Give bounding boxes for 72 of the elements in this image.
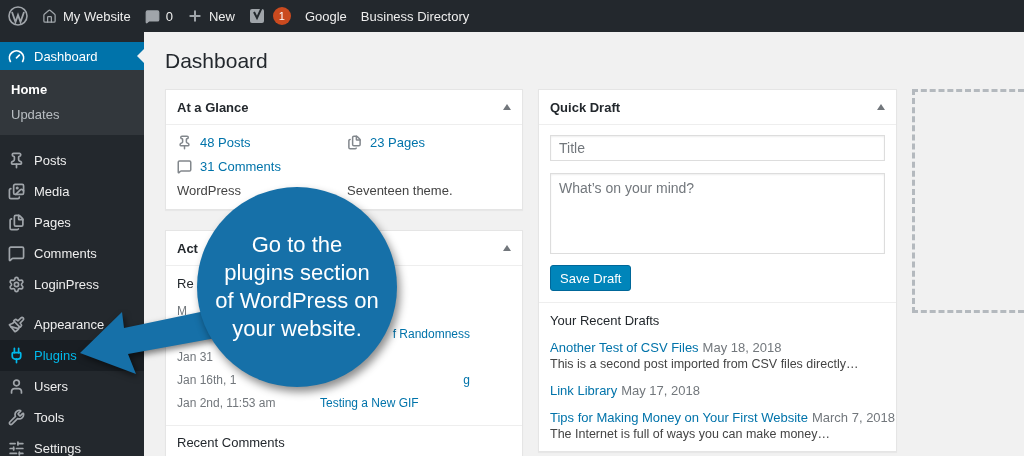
activity-post-link[interactable]: Testing a New GIF — [320, 395, 419, 410]
draft-date: March 7, 2018 — [811, 410, 896, 425]
speech-bubble-icon — [177, 159, 192, 174]
notification-badge: 1 — [272, 7, 291, 25]
speech-bubble-icon — [8, 245, 25, 262]
save-draft-button[interactable]: Save Draft — [550, 265, 632, 291]
toolbar-link[interactable]: Google — [304, 8, 347, 24]
comments-link[interactable]: 0 — [144, 8, 173, 24]
pushpin-icon — [8, 152, 25, 169]
pages-icon — [8, 214, 25, 231]
activity-post-link[interactable]: f Randomness — [392, 326, 470, 341]
speech-bubble-icon — [144, 8, 160, 24]
glance-note: Seventeen theme. — [347, 183, 454, 198]
activity-date: M — [177, 303, 187, 318]
draft-link[interactable]: Tips for Making Money on Your First Website — [550, 410, 808, 425]
sidebar-item[interactable]: Pages — [0, 207, 75, 238]
sidebar-item[interactable]: Tools — [0, 402, 69, 433]
images-icon — [8, 183, 25, 200]
sidebar-item[interactable]: Settings — [0, 433, 85, 456]
new-link[interactable]: New — [186, 8, 235, 24]
section-heading: Recent Comments — [177, 435, 285, 450]
submenu-item[interactable]: Home — [0, 77, 144, 102]
panel-title: At a Glance — [177, 99, 249, 115]
sidebar-item[interactable]: Posts — [0, 145, 71, 176]
sidebar-item[interactable]: Dashboard — [0, 42, 144, 70]
wordpress-logo-icon[interactable] — [8, 6, 28, 26]
title-field[interactable]: Title — [550, 135, 885, 161]
sliders-icon — [8, 440, 25, 456]
draft-date: May 18, 2018 — [702, 340, 782, 355]
gear-icon — [8, 276, 25, 293]
user-icon — [8, 378, 25, 395]
draft-excerpt: This is a second post imported from CSV files directly… — [550, 357, 860, 371]
plus-icon — [186, 8, 203, 24]
glance-link[interactable]: 48 Posts — [177, 135, 347, 150]
draft-link[interactable]: Another Test of CSV Files — [550, 340, 699, 355]
wrench-icon — [8, 409, 25, 426]
activity-post-link[interactable]: g — [463, 372, 470, 387]
seo-plugin-icon[interactable] — [248, 7, 267, 25]
glance-link[interactable]: 31 Comments — [177, 159, 347, 174]
draft-excerpt: The Internet is full of ways you can make money… — [550, 427, 831, 441]
section-heading: Re — [177, 276, 195, 291]
panel-title: Act — [177, 240, 198, 256]
toolbar-link[interactable]: Business Directory — [360, 8, 470, 24]
collapse-caret-icon[interactable] — [503, 245, 511, 251]
sidebar-item[interactable]: Comments — [0, 238, 101, 269]
collapse-caret-icon[interactable] — [877, 104, 885, 110]
glance-link[interactable]: 23 Pages — [347, 135, 511, 150]
current-notch-icon — [137, 49, 144, 63]
gauge-icon — [8, 47, 25, 65]
sidebar-item[interactable]: Appearance — [0, 309, 109, 340]
page-title: Dashboard — [165, 48, 269, 74]
paintbrush-icon — [8, 316, 25, 333]
collapse-caret-icon[interactable] — [503, 104, 511, 110]
sidebar-item[interactable]: LoginPress — [0, 269, 104, 300]
sidebar-item[interactable]: Users — [0, 371, 72, 402]
pushpin-icon — [177, 135, 192, 150]
pages-icon — [347, 135, 362, 150]
site-link[interactable]: My Website — [42, 8, 131, 24]
callout-text: Go to the plugins section of WordPress on your website. — [215, 231, 379, 343]
glance-note: WordPress — [177, 183, 243, 198]
plug-icon — [8, 347, 25, 364]
sidebar-item[interactable]: Media — [0, 176, 74, 207]
home-icon — [42, 8, 57, 24]
draft-date: May 17, 2018 — [621, 383, 700, 398]
activity-date: Jan 31 — [177, 349, 214, 364]
section-heading: Your Recent Drafts — [550, 313, 661, 328]
submenu-item[interactable]: Updates — [0, 102, 144, 127]
draft-link[interactable]: Link Library — [550, 383, 618, 398]
panel-title: Quick Draft — [550, 99, 621, 115]
content-field[interactable]: What’s on your mind? — [550, 173, 885, 254]
activity-date: Jan 2nd, 11:53 am — [177, 395, 276, 410]
activity-date: Jan 16th, 1 — [177, 372, 237, 387]
